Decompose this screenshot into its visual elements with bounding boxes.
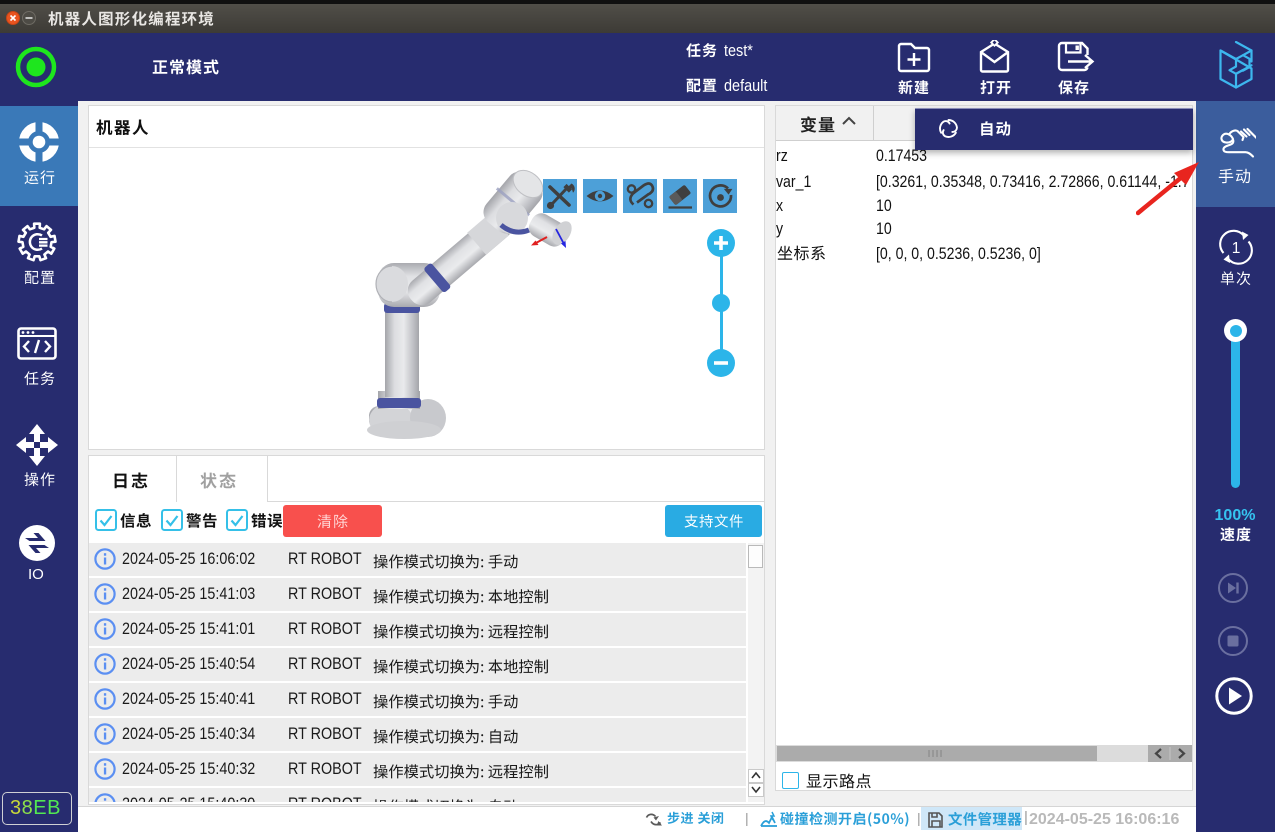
svg-text:1: 1 — [1232, 240, 1241, 257]
